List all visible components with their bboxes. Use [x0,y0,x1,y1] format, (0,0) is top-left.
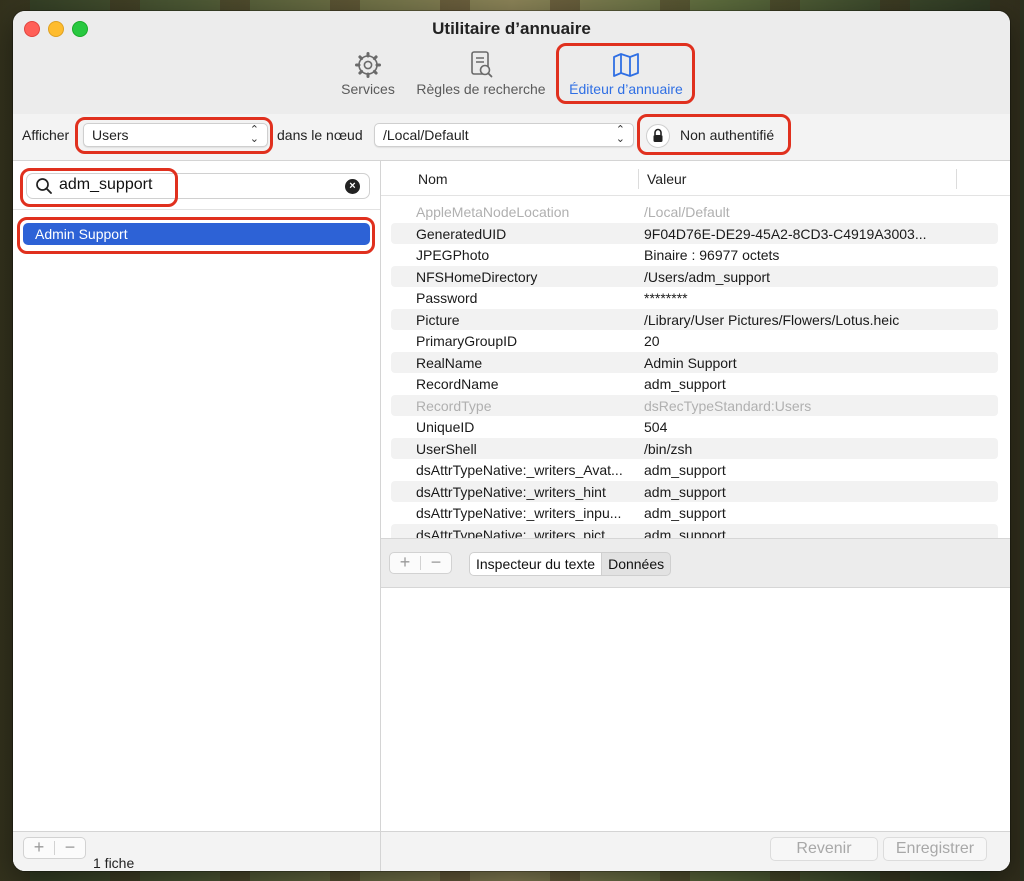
attribute-value: /Local/Default [644,204,730,220]
add-remove-values: + − [389,552,452,574]
attribute-value: /Library/User Pictures/Flowers/Lotus.hei… [644,311,900,328]
add-record-button[interactable]: + [24,838,54,856]
table-row[interactable]: dsAttrTypeNative:_writers_pict... adm_sup… [391,523,998,539]
remove-value-button[interactable]: − [421,553,451,571]
filter-bar: Afficher Users ⌃ ⌄ dans le nœud /Local/De… [13,114,1010,161]
save-button[interactable]: Enregistrer [883,837,987,861]
attribute-value: /bin/zsh [644,440,693,457]
inspector-bar: + − Inspecteur du texte Données [381,538,1010,588]
attribute-name: Picture [416,311,460,328]
attribute-value: /Users/adm_support [644,268,771,285]
sidebar-divider [13,209,380,210]
table-header: Nom Valeur [381,161,1010,196]
table-row[interactable]: Picture/Library/User Pictures/Flowers/Lo… [391,308,998,330]
attribute-name: JPEGPhoto [416,247,490,263]
attribute-value: adm_support [644,483,726,500]
gear-icon [335,49,401,81]
column-value-header[interactable]: Valeur [647,171,686,187]
attribute-value: adm_support [644,505,726,521]
table-row[interactable]: GeneratedUID 9F04D76E-DE29-45A2-8CD3-C491… [391,222,998,244]
attribute-value: Admin Support [644,354,737,371]
document-search-icon [409,49,553,81]
attribute-name: dsAttrTypeNative:_writers_inpu... [416,505,622,521]
services-label: Services [341,81,395,97]
table-row[interactable]: dsAttrTypeNative:_writers_Avat... adm_sup… [391,459,998,481]
attribute-name: AppleMetaNodeLocation [416,204,570,220]
highlight-auth [637,114,791,155]
chevron-updown-icon: ⌃ ⌄ [615,124,625,145]
search-rules-label: Règles de recherche [416,81,546,97]
table-row[interactable]: RecordName adm_support [391,373,998,395]
table-row[interactable]: JPEGPhoto Binaire : 96977 octets [391,244,998,266]
table-row[interactable]: NFSHomeDirectory/Users/adm_support [391,265,998,287]
highlight-search [20,168,178,207]
attribute-name: UserShell [416,440,477,457]
node-label: dans le nœud [277,127,363,143]
add-remove-records: + − [23,837,86,859]
inspector-segmented-control: Inspecteur du texte Données [469,552,672,576]
attribute-value: dsRecTypeStandard:Users [644,397,812,414]
table-row[interactable]: dsAttrTypeNative:_writers_inpu... adm_sup… [391,502,998,524]
attribute-value: adm_support [644,376,726,392]
table-row[interactable]: RecordType dsRecTypeStandard:Users [391,394,998,416]
attribute-value: 20 [644,333,660,349]
title-bar: Utilitaire d’annuaire Services Règles de… [13,11,1010,115]
attribute-name: dsAttrTypeNative:_writers_pict... [416,526,617,539]
highlight-record [17,217,375,254]
text-inspector-tab[interactable]: Inspecteur du texte [470,553,603,575]
attribute-table: AppleMetaNodeLocation/Local/Default Gener… [391,201,998,538]
window-title: Utilitaire d’annuaire [432,19,591,38]
node-value: /Local/Default [383,127,469,143]
attribute-name: dsAttrTypeNative:_writers_hint [416,483,606,500]
attribute-value: Binaire : 96977 octets [644,247,780,263]
show-label: Afficher [22,127,70,143]
table-row[interactable]: PrimaryGroupID 20 [391,330,998,352]
attribute-name: GeneratedUID [416,225,507,242]
highlight-record-type [75,117,273,154]
table-row[interactable]: dsAttrTypeNative:_writers_hint adm_suppor… [391,480,998,502]
table-row[interactable]: UserShell/bin/zsh [391,437,998,459]
remove-record-button[interactable]: − [55,838,85,856]
highlight-editor-tab [556,43,695,104]
records-sidebar: adm_support × Admin Support + − 1 fiche [13,161,381,871]
add-value-button[interactable]: + [390,553,420,571]
table-row[interactable]: UniqueID 504 [391,416,998,438]
data-tab[interactable]: Données [602,553,670,575]
node-popup[interactable]: /Local/Default ⌃ ⌄ [374,123,634,147]
attribute-name: dsAttrTypeNative:_writers_Avat... [416,462,623,478]
attribute-name: RecordName [416,376,499,392]
attribute-name: Password [416,290,478,306]
services-tab[interactable]: Services [335,49,401,97]
record-count: 1 fiche [93,855,135,871]
attribute-value: adm_support [644,526,726,539]
table-row[interactable]: AppleMetaNodeLocation/Local/Default [391,201,998,223]
column-name-header[interactable]: Nom [418,171,448,187]
revert-button[interactable]: Revenir [770,837,878,861]
attribute-name: UniqueID [416,419,475,435]
attribute-value: ******** [644,290,688,306]
attribute-name: NFSHomeDirectory [416,268,538,285]
attribute-name: PrimaryGroupID [416,333,518,349]
directory-utility-window: Utilitaire d’annuaire Services Règles de… [13,11,1010,871]
table-row[interactable]: Password ******** [391,287,998,309]
attribute-editor: Nom Valeur AppleMetaNodeLocation/Local/D… [381,161,1010,871]
attribute-name: RealName [416,354,483,371]
column-divider [956,169,957,189]
column-divider [638,169,639,189]
attribute-value: adm_support [644,462,726,478]
attribute-value: 9F04D76E-DE29-45A2-8CD3-C4919A3003... [644,225,927,242]
table-row[interactable]: RealName Admin Support [391,351,998,373]
attribute-name: RecordType [416,397,492,414]
clear-search-icon[interactable]: × [345,179,360,194]
attribute-value: 504 [644,419,668,435]
search-rules-tab[interactable]: Règles de recherche [409,49,553,97]
